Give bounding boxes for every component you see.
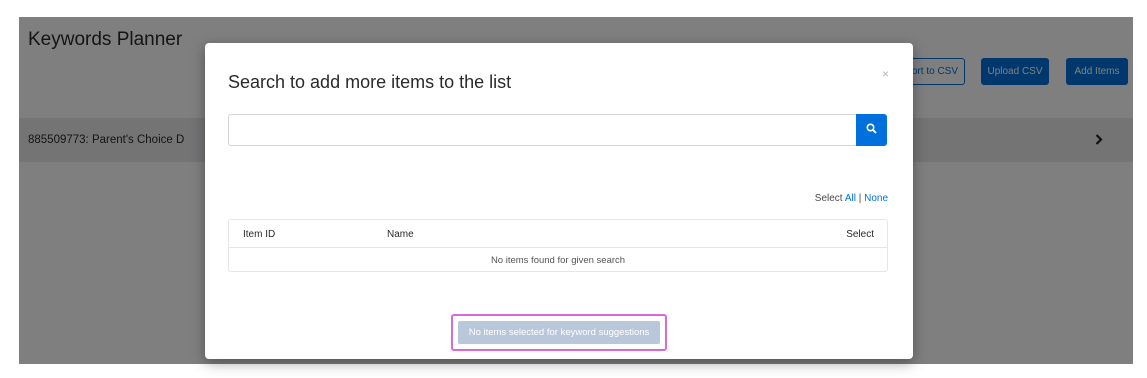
empty-table-message: No items found for given search <box>490 254 626 266</box>
add-items-modal: Search to add more items to the list × S… <box>205 43 913 359</box>
highlight-frame: No items selected for keyword suggestion… <box>451 314 667 351</box>
search-icon <box>866 121 877 139</box>
column-header-select: Select <box>846 229 874 240</box>
table-header: Item ID Name Select <box>229 220 887 248</box>
column-header-name: Name <box>387 229 414 240</box>
select-links: Select All | None <box>815 193 888 204</box>
select-prefix: Select <box>814 193 845 204</box>
search-button[interactable] <box>856 114 887 146</box>
keyword-suggestions-button[interactable]: No items selected for keyword suggestion… <box>458 321 660 344</box>
search-input[interactable] <box>228 114 856 146</box>
column-header-item-id: Item ID <box>243 229 276 240</box>
items-table: Item ID Name Select No items found for g… <box>228 219 888 272</box>
select-none-link[interactable]: None <box>864 193 888 204</box>
select-separator: | <box>855 193 865 204</box>
select-all-link[interactable]: All <box>845 193 856 204</box>
close-icon[interactable]: × <box>882 67 889 81</box>
modal-title: Search to add more items to the list <box>228 72 512 92</box>
